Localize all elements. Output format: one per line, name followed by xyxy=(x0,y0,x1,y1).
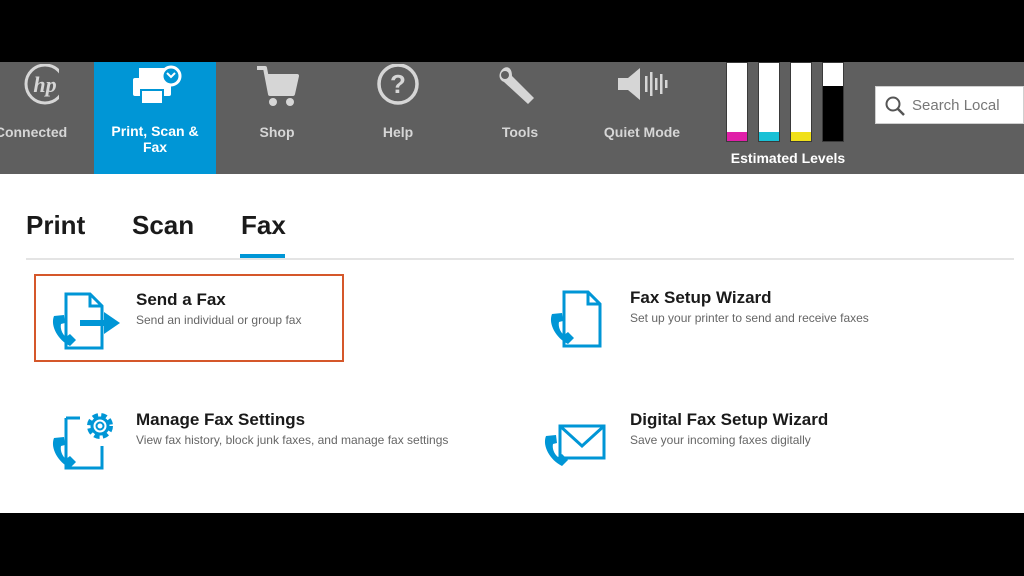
toolbar-shop[interactable]: Shop xyxy=(218,62,336,174)
manage-fax-settings-title: Manage Fax Settings xyxy=(136,410,306,429)
search-box[interactable] xyxy=(875,86,1024,124)
tab-fax[interactable]: Fax xyxy=(241,210,286,241)
toolbar-tools[interactable]: Tools xyxy=(460,62,580,174)
toolbar-print-scan-fax-label: Print, Scan & Fax xyxy=(111,123,199,155)
function-tabs: Print Scan Fax xyxy=(0,174,1024,264)
estimated-levels-label: Estimated Levels xyxy=(730,150,846,166)
shopping-cart-icon xyxy=(257,66,299,106)
tab-scan[interactable]: Scan xyxy=(132,210,194,241)
ink-fill-magenta xyxy=(727,131,747,141)
toolbar-help-label: Help xyxy=(382,124,414,140)
letterbox-bottom xyxy=(0,513,1024,576)
speaker-quiet-icon xyxy=(618,68,668,100)
ink-bar-yellow xyxy=(790,62,812,142)
toolbar-quiet-mode-label: Quiet Mode xyxy=(603,124,681,140)
send-a-fax-action[interactable]: Send a Fax Send an individual or group f… xyxy=(34,274,344,362)
tabs-divider xyxy=(26,258,1014,260)
wrench-icon xyxy=(499,67,534,104)
toolbar-tools-label: Tools xyxy=(501,124,539,140)
fax-setup-wizard-action[interactable]: Fax Setup Wizard Set up your printer to … xyxy=(528,276,968,366)
toolbar-help[interactable]: ? Help xyxy=(340,62,456,174)
fax-setup-wizard-icon xyxy=(550,290,602,348)
letterbox-top xyxy=(0,0,1024,62)
manage-fax-settings-action[interactable]: Manage Fax Settings View fax history, bl… xyxy=(34,398,474,488)
toolbar-connected-label: Connected xyxy=(0,124,68,140)
svg-text:?: ? xyxy=(390,69,406,99)
ink-bar-magenta xyxy=(726,62,748,142)
ink-fill-yellow xyxy=(791,131,811,141)
digital-fax-setup-wizard-action[interactable]: Digital Fax Setup Wizard Save your incom… xyxy=(528,398,968,488)
manage-fax-settings-description: View fax history, block junk faxes, and … xyxy=(136,433,449,447)
send-a-fax-title: Send a Fax xyxy=(136,290,226,309)
printer-fax-icon xyxy=(133,65,182,105)
help-question-icon: ? xyxy=(377,64,419,105)
ink-fill-black xyxy=(823,86,843,141)
fax-setup-wizard-description: Set up your printer to send and receive … xyxy=(630,311,869,325)
estimated-ink-levels[interactable]: Estimated Levels xyxy=(722,62,854,174)
search-input[interactable] xyxy=(912,93,1022,117)
send-a-fax-description: Send an individual or group fax xyxy=(136,313,302,327)
ink-bar-black xyxy=(822,62,844,142)
digital-fax-setup-wizard-title: Digital Fax Setup Wizard xyxy=(630,410,829,429)
toolbar-quiet-mode[interactable]: Quiet Mode xyxy=(584,62,700,174)
hp-logo-icon: hp xyxy=(24,64,59,105)
toolbar-print-scan-fax[interactable]: Print, Scan & Fax xyxy=(94,62,216,174)
send-fax-icon xyxy=(52,292,120,350)
ink-fill-cyan xyxy=(759,131,779,141)
ink-bar-cyan xyxy=(758,62,780,142)
top-toolbar: hp Connected Print, Scan & Fax Shop ? He… xyxy=(0,62,1024,174)
search-icon xyxy=(885,96,905,116)
tab-print[interactable]: Print xyxy=(26,210,85,241)
hp-smart-app: hp Connected Print, Scan & Fax Shop ? He… xyxy=(0,62,1024,513)
svg-text:hp: hp xyxy=(33,72,56,97)
toolbar-shop-label: Shop xyxy=(259,124,295,140)
digital-fax-icon xyxy=(544,424,606,466)
digital-fax-setup-wizard-description: Save your incoming faxes digitally xyxy=(630,433,811,447)
manage-fax-settings-icon xyxy=(52,413,113,470)
fax-setup-wizard-title: Fax Setup Wizard xyxy=(630,288,772,307)
toolbar-connected[interactable]: hp Connected xyxy=(0,62,92,174)
